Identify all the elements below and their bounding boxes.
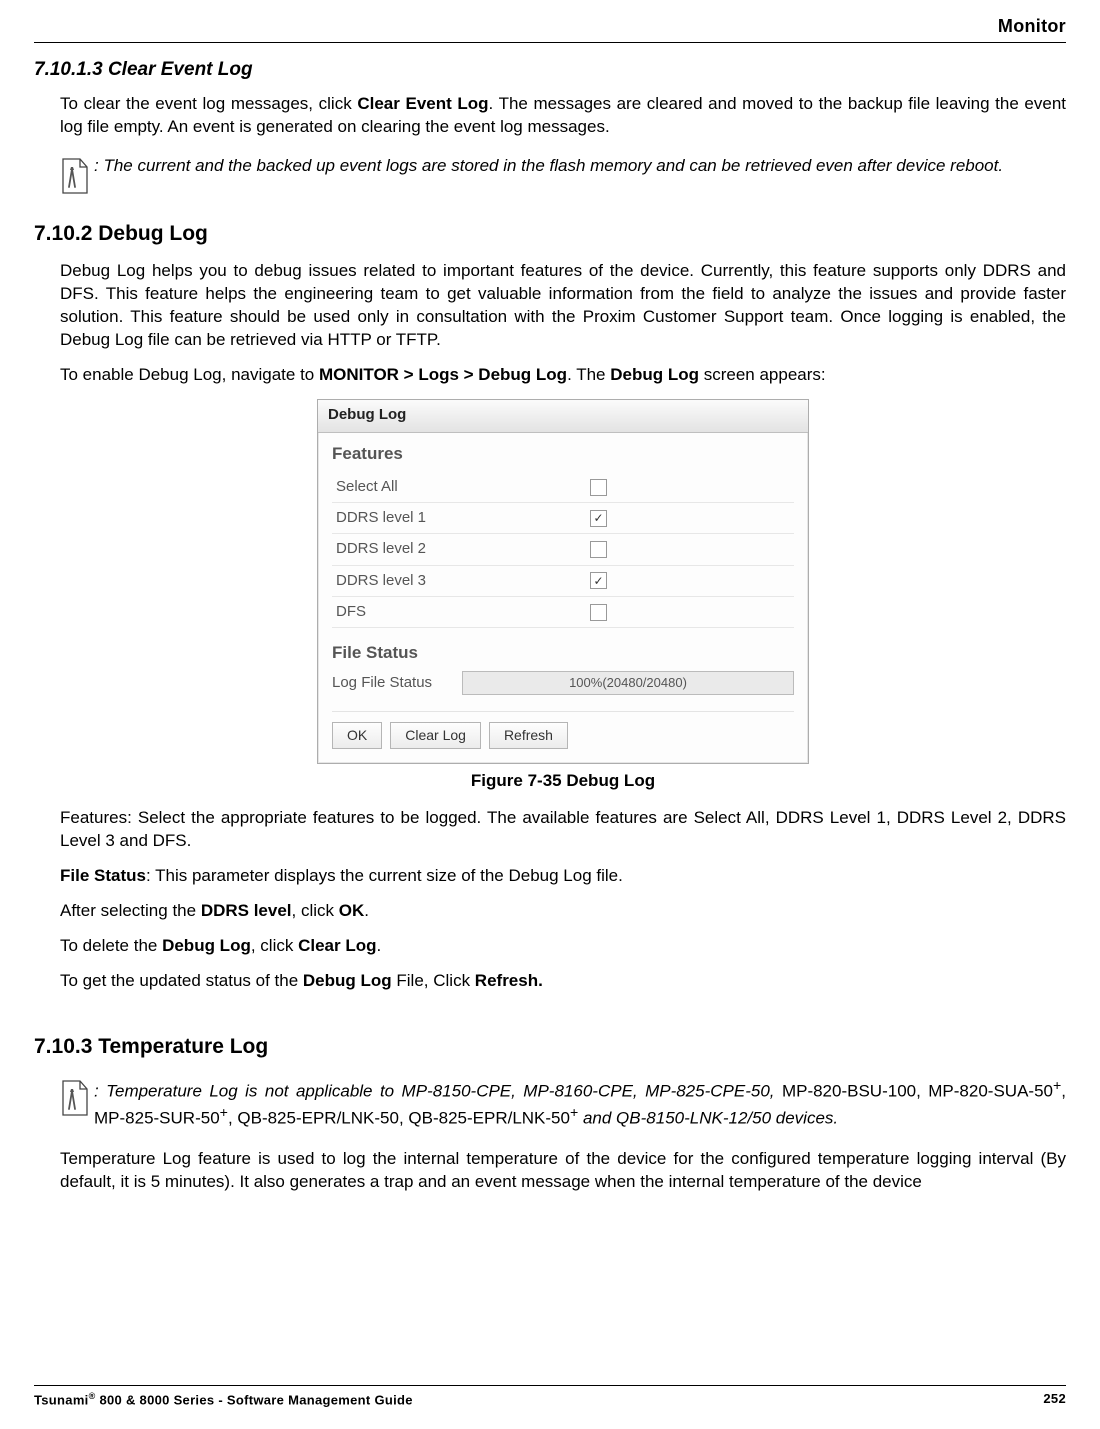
- text: : This parameter displays the current si…: [146, 866, 623, 885]
- feature-label: DDRS level 2: [336, 539, 590, 559]
- feature-row-dfs: DFS: [332, 597, 794, 628]
- feature-row-ddrs3: DDRS level 3 ✓: [332, 566, 794, 597]
- plus-icon: +: [220, 1105, 228, 1121]
- text: File, Click: [392, 971, 475, 990]
- footer-left: Tsunami® 800 & 8000 Series - Software Ma…: [34, 1390, 413, 1409]
- checkbox-ddrs2[interactable]: [590, 541, 607, 558]
- checkbox-dfs[interactable]: [590, 604, 607, 621]
- footer-page-number: 252: [1043, 1390, 1066, 1409]
- refresh-button[interactable]: Refresh: [489, 722, 568, 749]
- text: After selecting the: [60, 901, 201, 920]
- clear-event-log-paragraph: To clear the event log messages, click C…: [60, 93, 1066, 139]
- clear-log-desc: To delete the Debug Log, click Clear Log…: [60, 935, 1066, 958]
- file-status-label: Log File Status: [332, 673, 462, 693]
- feature-label: DDRS level 3: [336, 571, 590, 591]
- checkbox-ddrs1[interactable]: ✓: [590, 510, 607, 527]
- text: : Temperature Log is not applicable to M…: [94, 1082, 782, 1101]
- ddrs-ok-desc: After selecting the DDRS level, click OK…: [60, 900, 1066, 923]
- figure-caption: Figure 7-35 Debug Log: [60, 770, 1066, 793]
- text: Refresh.: [475, 971, 543, 990]
- text: DDRS level: [201, 901, 292, 920]
- text: , click: [251, 936, 298, 955]
- text: To enable Debug Log, navigate to: [60, 365, 319, 384]
- text: and QB-8150-LNK-12/50 devices.: [578, 1108, 838, 1127]
- file-status-value: 100%(20480/20480): [569, 674, 687, 692]
- text: Debug Log: [303, 971, 392, 990]
- feature-label: Select All: [336, 477, 590, 497]
- text: To clear the event log messages, click: [60, 94, 357, 113]
- file-status-desc: File Status: This parameter displays the…: [60, 865, 1066, 888]
- note-text: : The current and the backed up event lo…: [94, 155, 1066, 178]
- note-icon: [60, 155, 94, 202]
- debug-log-navigate: To enable Debug Log, navigate to MONITOR…: [60, 364, 1066, 387]
- note-icon: [60, 1077, 94, 1124]
- ok-button[interactable]: OK: [332, 722, 382, 749]
- checkbox-ddrs3[interactable]: ✓: [590, 572, 607, 589]
- plus-icon: +: [570, 1105, 578, 1121]
- features-desc: Features: Select the appropriate feature…: [60, 807, 1066, 853]
- text: File Status: [60, 866, 146, 885]
- registered-icon: ®: [89, 1391, 96, 1401]
- heading-7-10-3: 7.10.3 Temperature Log: [34, 1033, 1066, 1061]
- text: OK: [339, 901, 365, 920]
- text: Debug Log: [162, 936, 251, 955]
- heading-7-10-2: 7.10.2 Debug Log: [34, 220, 1066, 248]
- file-status-title: File Status: [332, 642, 794, 665]
- file-status-bar: 100%(20480/20480): [462, 671, 794, 695]
- file-status-row: Log File Status 100%(20480/20480): [332, 671, 794, 695]
- page-footer: Tsunami® 800 & 8000 Series - Software Ma…: [34, 1385, 1066, 1409]
- note-clear-event-log: : The current and the backed up event lo…: [60, 155, 1066, 202]
- text: MP-820-BSU-100, MP-820-SUA-50: [782, 1082, 1053, 1101]
- feature-row-ddrs1: DDRS level 1 ✓: [332, 503, 794, 534]
- text: 800 & 8000 Series - Software Management …: [96, 1392, 413, 1407]
- note-temperature-log: : Temperature Log is not applicable to M…: [60, 1077, 1066, 1130]
- header-rule: [34, 42, 1066, 43]
- text: .: [364, 901, 369, 920]
- feature-row-select-all: Select All: [332, 472, 794, 503]
- text: screen appears:: [699, 365, 826, 384]
- debug-log-intro: Debug Log helps you to debug issues rela…: [60, 260, 1066, 352]
- refresh-desc: To get the updated status of the Debug L…: [60, 970, 1066, 993]
- checkbox-select-all[interactable]: [590, 479, 607, 496]
- note-text: : Temperature Log is not applicable to M…: [94, 1077, 1066, 1130]
- clear-log-button[interactable]: Clear Log: [390, 722, 481, 749]
- feature-row-ddrs2: DDRS level 2: [332, 534, 794, 565]
- features-title: Features: [332, 443, 794, 466]
- debug-log-tab[interactable]: Debug Log: [318, 400, 808, 433]
- text: To get the updated status of the: [60, 971, 303, 990]
- feature-label: DFS: [336, 602, 590, 622]
- text: , click: [292, 901, 339, 920]
- temperature-log-paragraph: Temperature Log feature is used to log t…: [60, 1148, 1066, 1194]
- text: , QB-825-EPR/LNK-50, QB-825-EPR/LNK-50: [228, 1108, 570, 1127]
- text: To delete the: [60, 936, 162, 955]
- text: Clear Log: [298, 936, 376, 955]
- heading-7-10-1-3: 7.10.1.3 Clear Event Log: [34, 57, 1066, 83]
- clear-event-log-label: Clear Event Log: [357, 94, 488, 113]
- nav-path: MONITOR > Logs > Debug Log: [319, 365, 567, 384]
- text: Tsunami: [34, 1392, 89, 1407]
- text: .: [376, 936, 381, 955]
- text: . The: [567, 365, 610, 384]
- debug-log-panel: Debug Log Features Select All DDRS level…: [317, 399, 809, 764]
- screen-name: Debug Log: [610, 365, 699, 384]
- chapter-title: Monitor: [34, 0, 1066, 42]
- feature-label: DDRS level 1: [336, 508, 590, 528]
